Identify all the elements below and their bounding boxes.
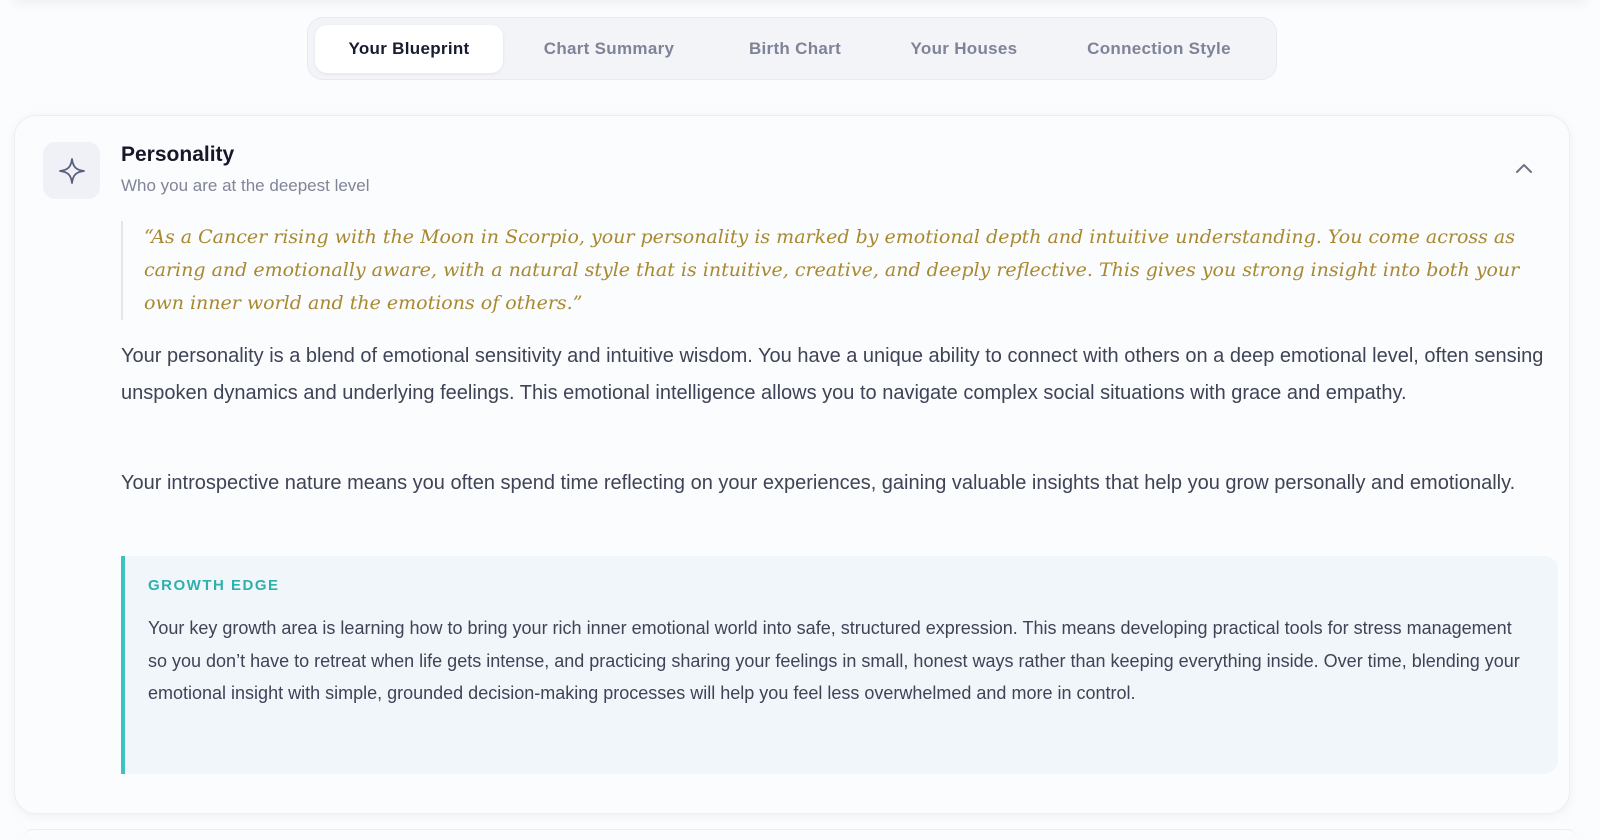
tab-your-blueprint[interactable]: Your Blueprint: [315, 24, 503, 73]
summary-quote: “As a Cancer rising with the Moon in Sco…: [121, 221, 1556, 320]
next-card-edge: [22, 829, 1578, 840]
tab-your-houses[interactable]: Your Houses: [875, 25, 1053, 73]
collapse-button[interactable]: [1509, 153, 1539, 183]
section-subtitle: Who you are at the deepest level: [121, 176, 370, 195]
chevron-up-icon: [1516, 164, 1532, 173]
growth-edge-callout: GROWTH EDGE Your key growth area is lear…: [121, 556, 1558, 774]
tab-birth-chart[interactable]: Birth Chart: [715, 25, 875, 73]
body-paragraph: Your personality is a blend of emotional…: [121, 345, 1544, 404]
sparkle-icon: [43, 142, 100, 199]
tab-chart-summary[interactable]: Chart Summary: [503, 25, 715, 73]
personality-card: Personality Who you are at the deepest l…: [14, 115, 1570, 814]
body-paragraph: Your introspective nature means you ofte…: [121, 472, 1516, 494]
section-title: Personality: [121, 143, 235, 166]
growth-edge-text: Your key growth area is learning how to …: [148, 618, 1520, 703]
growth-edge-label: GROWTH EDGE: [148, 577, 280, 594]
tab-connection-style[interactable]: Connection Style: [1053, 25, 1265, 73]
tab-bar: Your Blueprint Chart Summary Birth Chart…: [307, 17, 1277, 80]
